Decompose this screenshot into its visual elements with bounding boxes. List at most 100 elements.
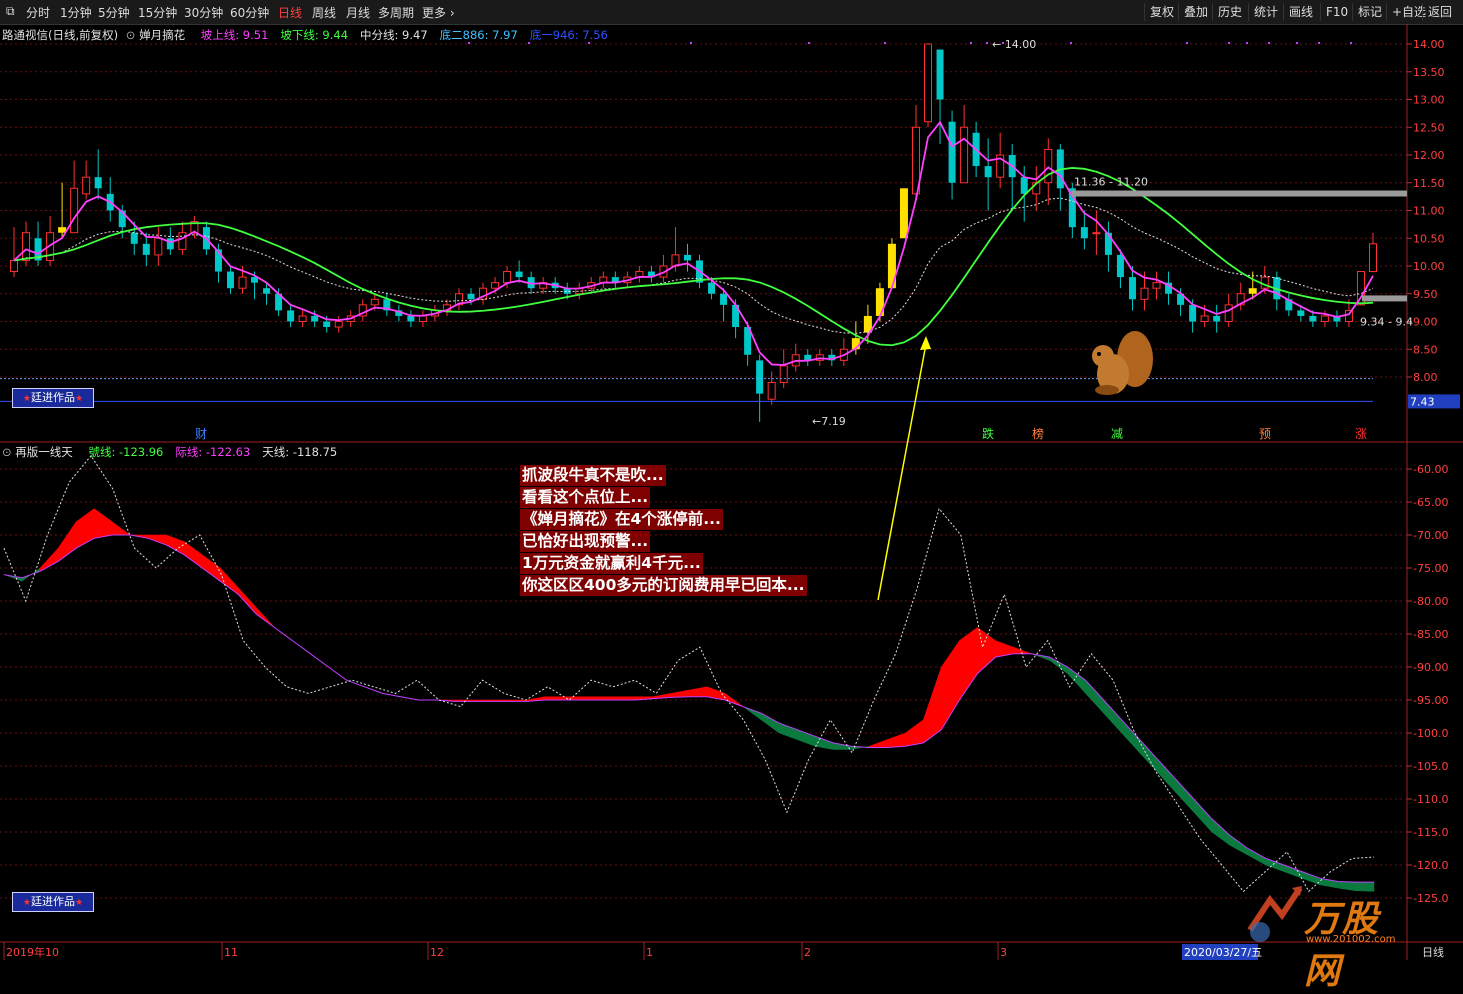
candle	[58, 182, 67, 239]
price-tick-label: 9.00	[1413, 316, 1438, 329]
band-fill	[165, 534, 185, 556]
band-fill	[111, 521, 131, 536]
candle-body	[287, 310, 295, 322]
candle-body	[1369, 243, 1377, 273]
candle-body	[407, 315, 415, 322]
annotation-line: 1万元资金就赢利4千元...	[520, 553, 703, 574]
price-tick-label: 10.00	[1413, 260, 1445, 273]
indicator-value: 坡上线: 9.51	[200, 28, 269, 42]
toolbar-button[interactable]: F10	[1320, 3, 1353, 21]
sub-tick-label: -105.0	[1413, 760, 1448, 773]
candle-body	[1189, 304, 1197, 322]
annotation-line: 看看这个点位上...	[520, 487, 651, 508]
candle	[46, 216, 55, 266]
collapse-icon[interactable]: ⊙	[2, 445, 12, 459]
candle-body	[683, 254, 691, 261]
candle	[1213, 304, 1221, 333]
toolbar-button[interactable]: 画线	[1283, 3, 1318, 21]
candle	[515, 260, 523, 283]
period-tab[interactable]: 月线	[346, 4, 370, 21]
band-fill	[256, 606, 275, 628]
period-tab[interactable]: 周线	[312, 4, 336, 21]
signal-dot	[1296, 42, 1298, 44]
candle-body	[984, 166, 992, 178]
sub-tick-label: -100.0	[1413, 727, 1448, 740]
indicator-value: 中分线: 9.47	[360, 28, 428, 42]
event-marker: 预	[1259, 427, 1271, 441]
toolbar-button[interactable]: 复权	[1144, 3, 1179, 21]
date-label: 11	[224, 946, 238, 959]
candle	[1152, 271, 1161, 300]
support-label: 9.34 - 9.4	[1360, 316, 1413, 329]
collapse-icon[interactable]: ⊙	[126, 28, 136, 42]
candle-body	[1080, 227, 1088, 239]
candle-body	[948, 121, 956, 183]
annotation-arrowhead	[920, 336, 931, 350]
author-badge-bottom[interactable]: ★廷进作品★	[12, 892, 94, 912]
period-tab[interactable]: 更多 ›	[422, 4, 455, 21]
candle	[1333, 310, 1341, 328]
candle-body	[370, 298, 379, 306]
sub-tick-label: -85.00	[1413, 628, 1448, 641]
candle	[1092, 210, 1101, 255]
event-marker: 榜	[1032, 426, 1044, 441]
window-toggle-icon[interactable]: ⧉	[6, 4, 15, 19]
indicator-value: 坡下线: 9.44	[280, 28, 349, 42]
candle	[611, 271, 619, 289]
candle-body	[887, 243, 896, 289]
watermark-logo: 万股网 www.201002.com	[1240, 880, 1415, 992]
band-fill	[1211, 818, 1231, 846]
candle-body	[899, 188, 908, 239]
band-fill	[959, 626, 978, 701]
candle	[94, 149, 102, 200]
sub-tick-label: -95.00	[1413, 694, 1448, 707]
toolbar-button[interactable]: 统计	[1248, 3, 1283, 21]
period-tab[interactable]: 30分钟	[184, 4, 223, 21]
period-tab[interactable]: 15分钟	[138, 4, 177, 21]
period-tab[interactable]: 分时	[26, 4, 50, 21]
candle-body	[936, 49, 944, 100]
signal-dot	[1246, 42, 1248, 44]
candle-body	[1092, 232, 1101, 235]
candle	[454, 288, 463, 311]
signal-dot	[1318, 42, 1320, 44]
band-fill	[1283, 864, 1303, 879]
period-tab[interactable]: 5分钟	[98, 4, 130, 21]
squirrel-image	[1085, 324, 1157, 404]
price-tick-label: 8.50	[1413, 343, 1438, 356]
band-fill	[869, 739, 888, 748]
period-tab[interactable]: 日线	[278, 4, 302, 21]
price-tick-label: 12.00	[1413, 149, 1445, 162]
candle	[358, 299, 367, 322]
period-tab[interactable]: 60分钟	[230, 4, 269, 21]
sub-tick-label: -60.00	[1413, 463, 1448, 476]
sub-header: ⊙ 再版一线天 號线: -123.96 际线: -122.63 天线: -118.7…	[2, 444, 337, 460]
toolbar-button[interactable]: 历史	[1212, 3, 1247, 21]
toolbar-button[interactable]: 叠加	[1178, 3, 1213, 21]
annotation-line: 已恰好出现预警...	[520, 531, 651, 552]
price-tick-label: 10.50	[1413, 232, 1445, 245]
candle-body	[1116, 254, 1124, 278]
signal-dot	[1002, 42, 1004, 44]
candle	[647, 266, 655, 283]
candle	[10, 227, 18, 278]
toolbar-button[interactable]: 返回	[1422, 3, 1457, 21]
candle	[418, 310, 427, 328]
signal-dot	[808, 42, 810, 44]
candle-body	[1320, 315, 1329, 323]
candle	[659, 254, 668, 283]
candle-body	[238, 276, 247, 289]
candle-body	[1152, 282, 1161, 289]
candle	[791, 343, 800, 372]
toolbar-button[interactable]: 标记	[1352, 3, 1387, 21]
sub-indicator-name[interactable]: 再版一线天	[15, 445, 73, 459]
period-tab[interactable]: 多周期	[378, 4, 414, 21]
candle-body	[263, 288, 271, 294]
event-marker: 财	[195, 427, 207, 441]
indicator-name[interactable]: 婵月摘花	[139, 28, 185, 42]
current-tag: 7.43	[1410, 395, 1435, 408]
candle-body	[1128, 277, 1136, 300]
low-label: ←7.19	[812, 415, 846, 428]
author-badge-top[interactable]: ★廷进作品★	[12, 388, 94, 408]
period-tab[interactable]: 1分钟	[60, 4, 92, 21]
